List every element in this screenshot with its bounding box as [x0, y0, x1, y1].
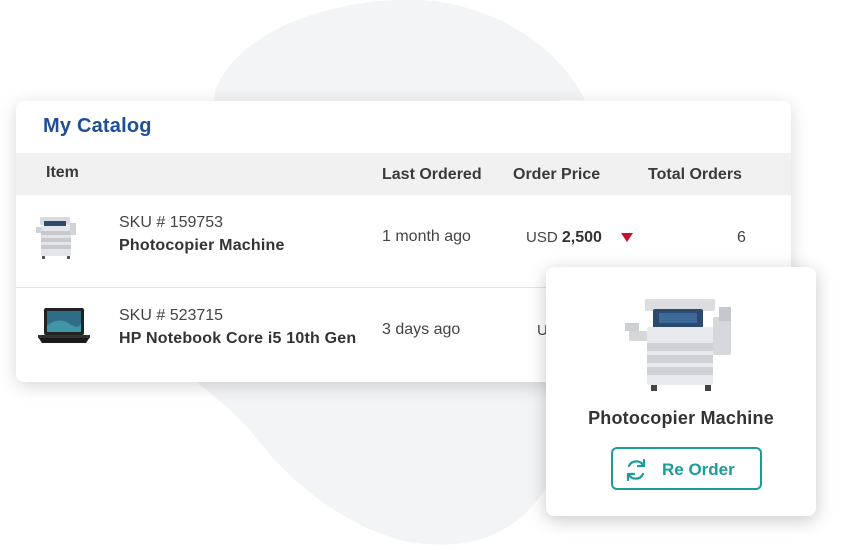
refresh-icon: [626, 458, 646, 482]
product-name[interactable]: HP Notebook Core i5 10th Gen: [119, 330, 356, 348]
photocopier-icon: [625, 299, 731, 391]
reorder-card: Photocopier Machine Re Order: [546, 267, 816, 516]
laptop-icon: [38, 308, 90, 343]
price-amount: 2,500: [561, 229, 602, 246]
catalog-title: My Catalog: [43, 115, 152, 137]
product-name[interactable]: Photocopier Machine: [119, 237, 285, 255]
sku-label: SKU # 159753: [119, 214, 224, 231]
table-header: Item Last Ordered Order Price Total Orde…: [16, 153, 791, 195]
column-header-item[interactable]: Item: [46, 164, 79, 182]
sku-label: SKU # 523715: [119, 307, 224, 324]
reorder-product-name: Photocopier Machine: [588, 408, 774, 428]
price-currency: USD: [526, 229, 558, 246]
photocopier-icon: [36, 217, 76, 259]
reorder-button-label: Re Order: [662, 460, 735, 479]
reorder-button[interactable]: Re Order: [611, 447, 762, 490]
order-price-value: USD 2,500: [526, 229, 602, 247]
column-header-order-price[interactable]: Order Price: [513, 166, 600, 184]
trend-down-icon: [621, 233, 633, 242]
last-ordered-value: 3 days ago: [382, 321, 461, 338]
last-ordered-value: 1 month ago: [382, 228, 471, 245]
column-header-last-ordered[interactable]: Last Ordered: [382, 166, 482, 184]
column-header-total-orders[interactable]: Total Orders: [648, 166, 742, 184]
total-orders-value: 6: [737, 229, 746, 246]
